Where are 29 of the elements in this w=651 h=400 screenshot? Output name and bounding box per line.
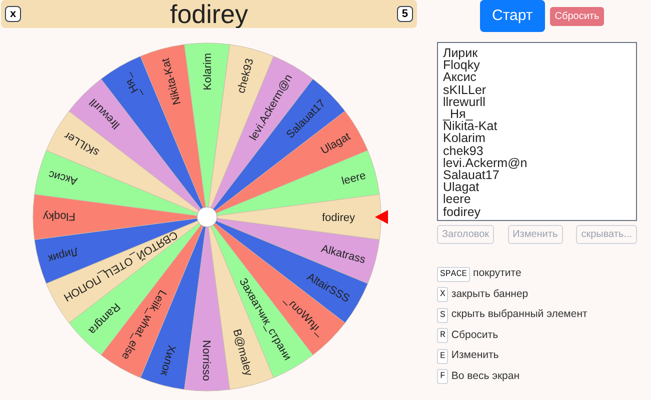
names-field[interactable]: Лирик Floqky Аксис sKILLer llrewurll _Ня_ Nikita-Kat Kolarim chek93 levi.Ackerm@n Salauat17 Ulagat leere fodirey xyxy=(437,42,637,221)
shortcut-key: F xyxy=(437,369,448,384)
reset-button[interactable]: Сбросить xyxy=(550,7,604,26)
wheel-label: Floqky xyxy=(43,210,76,222)
wheel-label: Kolarim xyxy=(202,53,214,90)
wheel-label: fodirey xyxy=(322,212,355,224)
hide-item-key[interactable]: 5 xyxy=(396,6,413,22)
shortcut-key: S xyxy=(437,308,448,323)
shortcut-description: Во весь экран xyxy=(451,368,520,384)
start-button[interactable]: Старт xyxy=(480,0,545,32)
shortcut-description: Сбросить xyxy=(451,328,498,343)
field-action-button[interactable]: Изменить xyxy=(508,225,563,244)
shortcut-key: R xyxy=(437,328,448,344)
wheel-label: Norrisso xyxy=(200,340,212,381)
shortcut-description: покрутите xyxy=(473,266,522,282)
shortcut-description: скрыть выбранный элемент xyxy=(451,307,588,322)
shortcut-key: X xyxy=(437,287,448,302)
field-action-button[interactable]: скрывать... xyxy=(576,225,637,244)
shortcut-description: закрыть баннер xyxy=(451,286,528,302)
wheel-label: Nikita-Kat xyxy=(160,56,184,106)
shortcut-key: SPACE xyxy=(437,266,470,282)
wheel-label: Alkatrass xyxy=(320,242,367,266)
close-banner-key[interactable]: x xyxy=(5,6,21,22)
shortcut-key: E xyxy=(437,348,448,364)
wheel-hub xyxy=(196,206,218,228)
wheel-label: Аксис xyxy=(47,168,79,187)
shortcut-description: Изменить xyxy=(451,348,499,364)
field-action-button[interactable]: Заголовок xyxy=(437,225,494,244)
wheel-label: leere xyxy=(340,170,368,188)
